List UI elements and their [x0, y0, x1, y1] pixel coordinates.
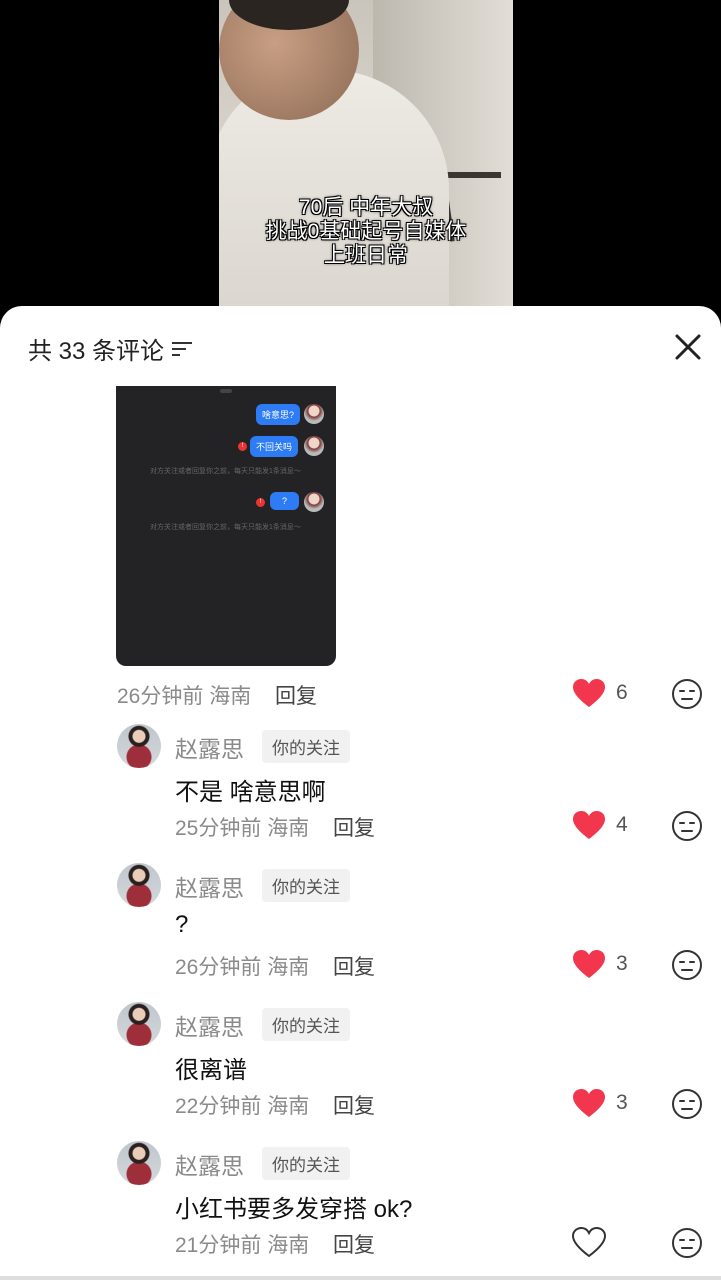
like-button[interactable]: 4 [572, 810, 628, 840]
avatar[interactable] [117, 1141, 161, 1185]
dislike-icon[interactable] [671, 949, 703, 981]
reply-button[interactable]: 回复 [333, 1095, 375, 1118]
image-topbar [220, 389, 232, 393]
chat-bubble: 啥意思? [256, 404, 301, 425]
like-count: 3 [616, 952, 628, 975]
heart-outline-icon [572, 1227, 606, 1257]
heart-icon [573, 950, 605, 978]
comment-time: 21分钟前 [175, 1234, 262, 1257]
comment-meta: 25分钟前 海南 回复 [175, 812, 375, 842]
comment-time: 26分钟前 [175, 956, 262, 979]
comment-text: 不是 啥意思啊 [175, 779, 326, 806]
comment-location: 海南 [209, 685, 252, 708]
following-tag: 你的关注 [262, 1147, 350, 1180]
comment-meta: 26分钟前 海南 回复 [117, 680, 317, 710]
comment-count-sort[interactable]: 共 33 条评论 [28, 331, 193, 366]
system-notice: 对方关注或者回复你之前，每天只能发1条消息～ [150, 468, 301, 475]
comment-time: 22分钟前 [175, 1095, 262, 1118]
like-button[interactable]: 6 [572, 678, 628, 708]
video-frame [219, 0, 513, 320]
username[interactable]: 赵露思 [175, 1008, 244, 1042]
filter-icon[interactable] [172, 341, 193, 357]
avatar[interactable] [117, 863, 161, 907]
reply-button[interactable]: 回复 [333, 1234, 375, 1257]
like-button[interactable] [572, 1227, 616, 1257]
dislike-icon[interactable] [671, 810, 703, 842]
reply-button[interactable]: 回复 [275, 685, 317, 708]
heart-icon [573, 679, 605, 707]
comment-time: 26分钟前 [117, 685, 204, 708]
following-tag: 你的关注 [262, 730, 350, 763]
caption-line-3: 上班日常 [324, 244, 408, 267]
reply-button[interactable]: 回复 [333, 956, 375, 979]
comment-location: 海南 [267, 956, 310, 979]
username[interactable]: 赵露思 [175, 730, 244, 764]
comment-meta: 21分钟前 海南 回复 [175, 1229, 375, 1259]
username[interactable]: 赵露思 [175, 869, 244, 903]
following-tag: 你的关注 [262, 1008, 350, 1041]
video-player[interactable]: 70后 中年大叔 挑战0基础起号自媒体 上班日常 [0, 0, 721, 320]
chat-bubble: ? [270, 492, 300, 510]
comment-image[interactable]: 啥意思? ! 不回关吗 对方关注或者回复你之前，每天只能发1条消息～ ! ? 对… [116, 386, 336, 666]
caption-line-1: 70后 中年大叔 [298, 196, 434, 219]
comment-meta: 22分钟前 海南 回复 [175, 1090, 375, 1120]
like-button[interactable]: 3 [572, 1088, 628, 1118]
comment-sheet: 共 33 条评论 啥意思? ! 不回关吗 对方关注或者回复你之前，每天只能发1条… [0, 306, 721, 1280]
comment-time: 25分钟前 [175, 817, 262, 840]
like-button[interactable]: 3 [572, 949, 628, 979]
dislike-icon[interactable] [671, 1227, 703, 1259]
comment-text: 很离谱 [175, 1057, 247, 1084]
like-count: 4 [616, 813, 628, 836]
system-notice: 对方关注或者回复你之前，每天只能发1条消息～ [150, 524, 301, 531]
warning-icon: ! [238, 442, 247, 451]
chat-avatar [304, 492, 324, 512]
like-count: 3 [616, 1091, 628, 1114]
dislike-icon[interactable] [671, 678, 703, 710]
warning-icon: ! [256, 498, 265, 507]
comment-text: 小红书要多发穿搭 ok? [175, 1196, 413, 1223]
comment-sheet-header: 共 33 条评论 [0, 306, 721, 386]
bottom-edge [0, 1276, 721, 1280]
chat-avatar [304, 404, 324, 424]
comment-location: 海南 [267, 1095, 310, 1118]
comment-meta: 26分钟前 海南 回复 [175, 951, 375, 981]
dislike-icon[interactable] [671, 1088, 703, 1120]
heart-icon [573, 1089, 605, 1117]
close-icon[interactable] [671, 330, 705, 364]
comment-count-title: 共 33 条评论 [28, 338, 165, 365]
like-count: 6 [616, 681, 628, 704]
caption-line-2: 挑战0基础起号自媒体 [265, 220, 467, 243]
comment-location: 海南 [267, 1234, 310, 1257]
avatar[interactable] [117, 1002, 161, 1046]
chat-bubble: 不回关吗 [250, 436, 299, 457]
video-caption: 70后 中年大叔 挑战0基础起号自媒体 上班日常 [219, 196, 513, 268]
comment-text: ? [175, 911, 189, 938]
avatar[interactable] [117, 724, 161, 768]
username[interactable]: 赵露思 [175, 1147, 244, 1181]
reply-button[interactable]: 回复 [333, 817, 375, 840]
comment-location: 海南 [267, 817, 310, 840]
following-tag: 你的关注 [262, 869, 350, 902]
chat-avatar [304, 436, 324, 456]
heart-icon [573, 811, 605, 839]
